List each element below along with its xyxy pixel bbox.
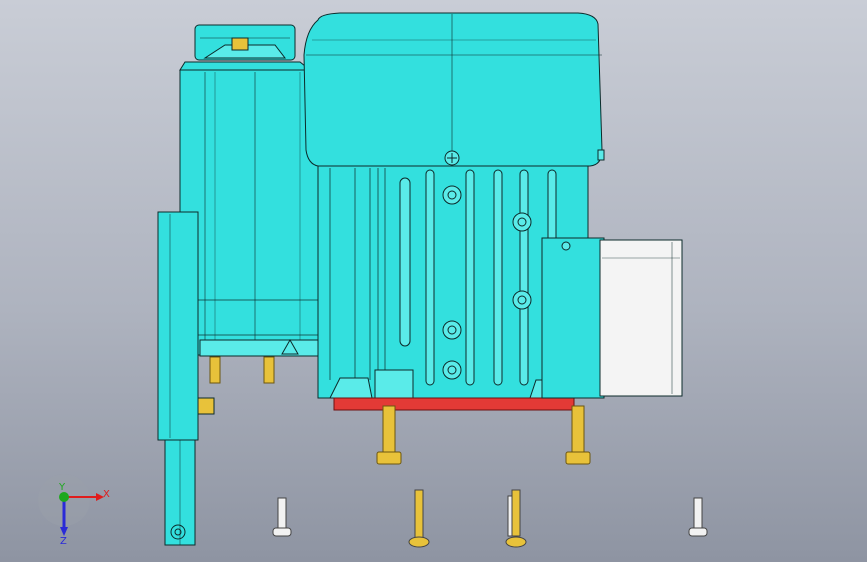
x-axis-label: X <box>103 489 110 500</box>
screw-3 <box>505 489 527 548</box>
brake-housing[interactable] <box>157 24 321 546</box>
terminal-cover <box>599 239 683 397</box>
cad-model-view[interactable]: X Y Z <box>0 0 867 562</box>
terminal-box[interactable] <box>541 237 683 399</box>
y-axis <box>59 492 69 502</box>
base-plate <box>333 397 575 411</box>
screw-4 <box>688 497 708 537</box>
brake-body <box>179 69 321 356</box>
brake-bolts <box>209 356 275 384</box>
orientation-triad[interactable]: X Y Z <box>38 474 110 547</box>
z-axis-label: Z <box>60 536 67 547</box>
loose-screws[interactable] <box>272 489 708 548</box>
y-axis-label: Y <box>58 482 66 493</box>
cad-viewport[interactable]: X Y Z <box>0 0 867 562</box>
side-plate <box>157 211 199 441</box>
screw-2 <box>408 489 430 548</box>
motor-bolts <box>376 405 591 465</box>
screw-1 <box>272 497 292 537</box>
fan-cover <box>303 12 603 167</box>
